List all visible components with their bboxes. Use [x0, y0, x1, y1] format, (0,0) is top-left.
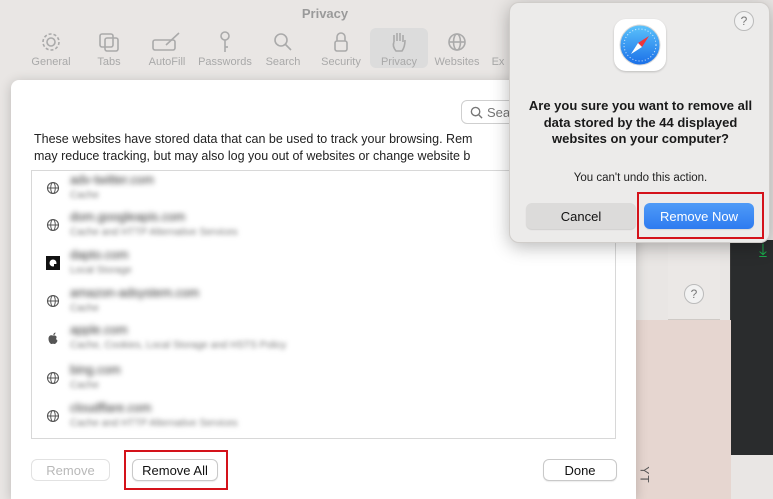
list-item[interactable]: dapto.com Local Storage [32, 246, 615, 283]
tab-label: Websites [434, 56, 480, 68]
website-detail: Cache and HTTP Alternative Services [70, 418, 238, 429]
website-name: adv-twitter.com [70, 173, 155, 187]
alert-message: You can't undo this action. [573, 172, 708, 184]
list-item[interactable]: apple.com Cache, Cookies, Local Storage … [32, 321, 615, 358]
website-detail: Cache [70, 380, 99, 391]
website-detail: Cache, Cookies, Local Storage and HSTS P… [70, 340, 287, 351]
tab-label: General [31, 56, 71, 68]
download-icon: ⤓ [759, 240, 767, 260]
gear-icon [40, 28, 62, 56]
tab-security[interactable]: Security [312, 28, 370, 68]
globe-icon [46, 371, 60, 385]
side-text: YT [637, 466, 652, 484]
confirm-remove-alert: ? Are you sure you want to remove all da… [509, 2, 770, 243]
safari-icon [614, 19, 666, 71]
tab-websites[interactable]: Websites [428, 28, 486, 68]
background-panel: ? [668, 238, 720, 320]
remove-button[interactable]: Remove [31, 459, 110, 481]
hand-icon [389, 28, 409, 56]
done-button[interactable]: Done [543, 459, 617, 481]
website-name: apple.com [70, 323, 128, 337]
alert-title: Are you sure you want to remove all data… [528, 98, 753, 146]
website-name: cloudflare.com [70, 401, 152, 415]
tab-label: AutoFill [148, 56, 186, 68]
magnifier-icon [272, 28, 294, 56]
globe-icon [46, 294, 60, 308]
remove-all-highlight [124, 450, 228, 490]
tab-general[interactable]: General [22, 28, 80, 68]
description-line: These websites have stored data that can… [34, 132, 473, 146]
background-dark-panel: ⤓ [730, 240, 773, 455]
description-text: These websites have stored data that can… [34, 131, 514, 165]
website-name: dapto.com [70, 248, 129, 262]
apple-icon [48, 332, 58, 344]
lock-icon [332, 28, 350, 56]
website-detail: Local Storage [70, 265, 132, 276]
list-item[interactable]: bing.com Cache [32, 361, 615, 398]
tabs-icon [98, 28, 120, 56]
website-detail: Cache [70, 190, 99, 201]
website-name: dom.googleapis.com [70, 210, 186, 224]
tab-tabs[interactable]: Tabs [80, 28, 138, 68]
globe-icon [46, 409, 60, 423]
help-button[interactable]: ? [734, 11, 754, 31]
list-item[interactable]: amazon-adsystem.com Cache [32, 284, 615, 321]
tab-extensions[interactable]: Ex [486, 28, 510, 68]
tab-label: Security [321, 56, 361, 68]
pencil-icon [152, 28, 182, 56]
tab-label: Tabs [97, 56, 121, 68]
search-icon [470, 106, 483, 119]
tab-label: Ex [491, 56, 505, 68]
globe-icon [46, 218, 60, 232]
background-panel-lower: YT [636, 320, 731, 499]
website-name: bing.com [70, 363, 121, 377]
tab-label: Passwords [198, 56, 252, 68]
site-logo-icon [46, 256, 60, 270]
description-line: may reduce tracking, but may also log yo… [34, 149, 471, 163]
website-name: amazon-adsystem.com [70, 286, 200, 300]
globe-icon [46, 181, 60, 195]
tab-passwords[interactable]: Passwords [196, 28, 254, 68]
tab-search[interactable]: Search [254, 28, 312, 68]
tab-autofill[interactable]: AutoFill [138, 28, 196, 68]
website-detail: Cache and HTTP Alternative Services [70, 227, 238, 238]
tab-privacy[interactable]: Privacy [370, 28, 428, 68]
cancel-button[interactable]: Cancel [526, 203, 636, 229]
list-item[interactable]: cloudflare.com Cache and HTTP Alternativ… [32, 399, 615, 436]
globe-icon [446, 28, 468, 56]
tab-label: Search [265, 56, 301, 68]
remove-now-highlight [637, 192, 764, 239]
preferences-toolbar: General Tabs AutoFill Passwords Search S… [22, 28, 510, 68]
help-button[interactable]: ? [684, 284, 704, 304]
key-icon [216, 28, 234, 56]
tab-label: Privacy [380, 56, 418, 68]
website-detail: Cache [70, 303, 99, 314]
